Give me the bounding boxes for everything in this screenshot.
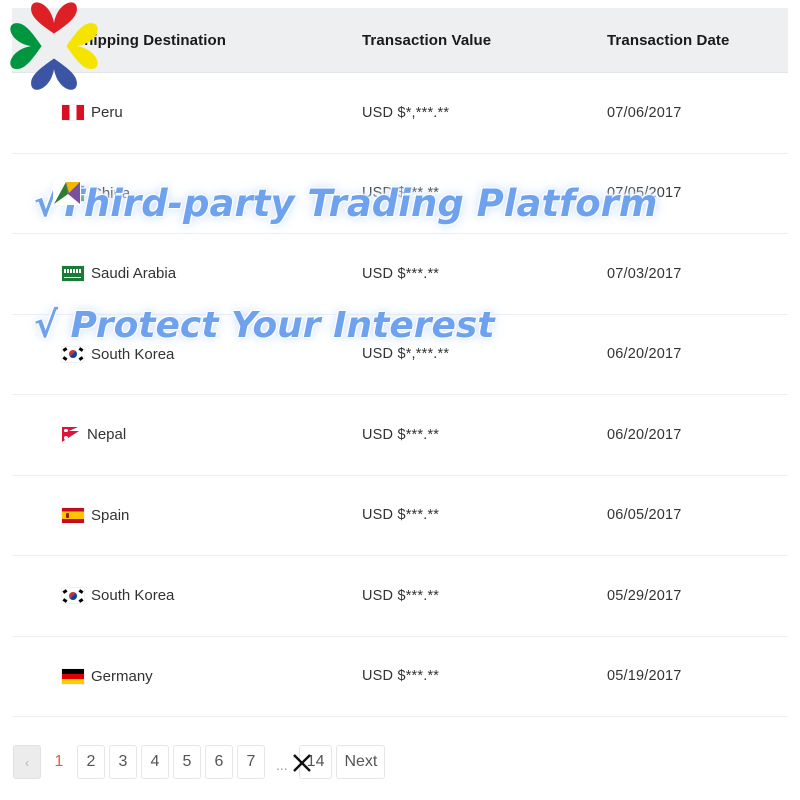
watermark-line-1: √Third-party Trading Platform (34, 182, 658, 225)
table-row[interactable]: Peru USD $*,***.** 07/06/2017 (12, 73, 788, 154)
table-row[interactable]: Spain USD $***.** 06/05/2017 (12, 475, 788, 556)
cell-destination: Germany (12, 668, 362, 685)
spain-flag-icon (62, 507, 84, 523)
transaction-history-page: Shipping Destination Transaction Value T… (0, 0, 800, 800)
cell-transaction-value: USD $*,***.** (362, 346, 450, 363)
cell-destination: South Korea (12, 346, 362, 363)
table-body: Peru USD $*,***.** 07/06/2017 China USD … (12, 73, 788, 717)
pagination-next-button[interactable]: Next (336, 745, 386, 779)
cell-transaction-date: 07/06/2017 (607, 104, 682, 121)
germany-flag-icon (62, 668, 84, 684)
cell-destination: Saudi Arabia (12, 265, 362, 282)
pagination-page-5[interactable]: 5 (173, 745, 201, 779)
cell-transaction-value: USD $***.** (362, 426, 440, 443)
table-row[interactable]: Germany USD $***.** 05/19/2017 (12, 636, 788, 717)
column-header-transaction-date: Transaction Date (607, 31, 730, 49)
mouse-cursor (293, 754, 311, 772)
transactions-table: Shipping Destination Transaction Value T… (12, 8, 788, 717)
table-row[interactable]: Nepal USD $***.** 06/20/2017 (12, 395, 788, 476)
saudi-arabia-flag-icon (62, 266, 84, 282)
table-row[interactable]: Saudi Arabia USD $***.** 07/03/2017 (12, 234, 788, 315)
south-korea-flag-icon (62, 588, 84, 604)
country-label: Spain (91, 506, 130, 524)
watermark-brand-mark-icon (53, 181, 81, 205)
table-row[interactable]: South Korea USD $***.** 05/29/2017 (12, 556, 788, 637)
watermark-line-2: √ Protect Your Interest (34, 305, 495, 346)
cell-transaction-value: USD $***.** (362, 265, 440, 282)
pagination: ‹ 1 2 3 4 5 6 7 ... 14 Next (13, 745, 386, 779)
country-label: South Korea (91, 345, 175, 363)
cell-transaction-value: USD $***.** (362, 507, 440, 524)
pagination-page-4[interactable]: 4 (141, 745, 169, 779)
column-header-transaction-value: Transaction Value (362, 31, 492, 49)
cell-destination: Spain (12, 507, 362, 524)
pagination-page-2[interactable]: 2 (77, 745, 105, 779)
country-label: Germany (91, 667, 153, 685)
cell-transaction-date: 06/20/2017 (607, 426, 682, 443)
table-header-row: Shipping Destination Transaction Value T… (12, 8, 788, 73)
cell-transaction-date: 05/19/2017 (607, 668, 682, 685)
cell-destination: Nepal (12, 426, 362, 443)
pagination-page-6[interactable]: 6 (205, 745, 233, 779)
country-label: Peru (91, 104, 123, 122)
nepal-flag-icon (62, 427, 80, 443)
pagination-page-1[interactable]: 1 (45, 745, 73, 779)
cell-transaction-value: USD $***.** (362, 668, 440, 685)
peru-flag-icon (62, 105, 84, 121)
pagination-page-3[interactable]: 3 (109, 745, 137, 779)
country-label: Saudi Arabia (91, 265, 177, 283)
pagination-prev-button[interactable]: ‹ (13, 745, 41, 779)
cell-destination: Peru (12, 104, 362, 121)
cell-transaction-date: 05/29/2017 (607, 587, 682, 604)
country-label: South Korea (91, 587, 175, 605)
south-korea-flag-icon (62, 346, 84, 362)
cell-transaction-date: 06/05/2017 (607, 507, 682, 524)
cell-transaction-value: USD $*,***.** (362, 104, 450, 121)
country-label: Nepal (87, 426, 127, 444)
cell-transaction-date: 06/20/2017 (607, 346, 682, 363)
four-hearts-pinwheel-logo (10, 2, 98, 90)
cell-transaction-date: 07/03/2017 (607, 265, 682, 282)
pagination-page-7[interactable]: 7 (237, 745, 265, 779)
cell-destination: South Korea (12, 587, 362, 604)
cell-transaction-value: USD $***.** (362, 587, 440, 604)
